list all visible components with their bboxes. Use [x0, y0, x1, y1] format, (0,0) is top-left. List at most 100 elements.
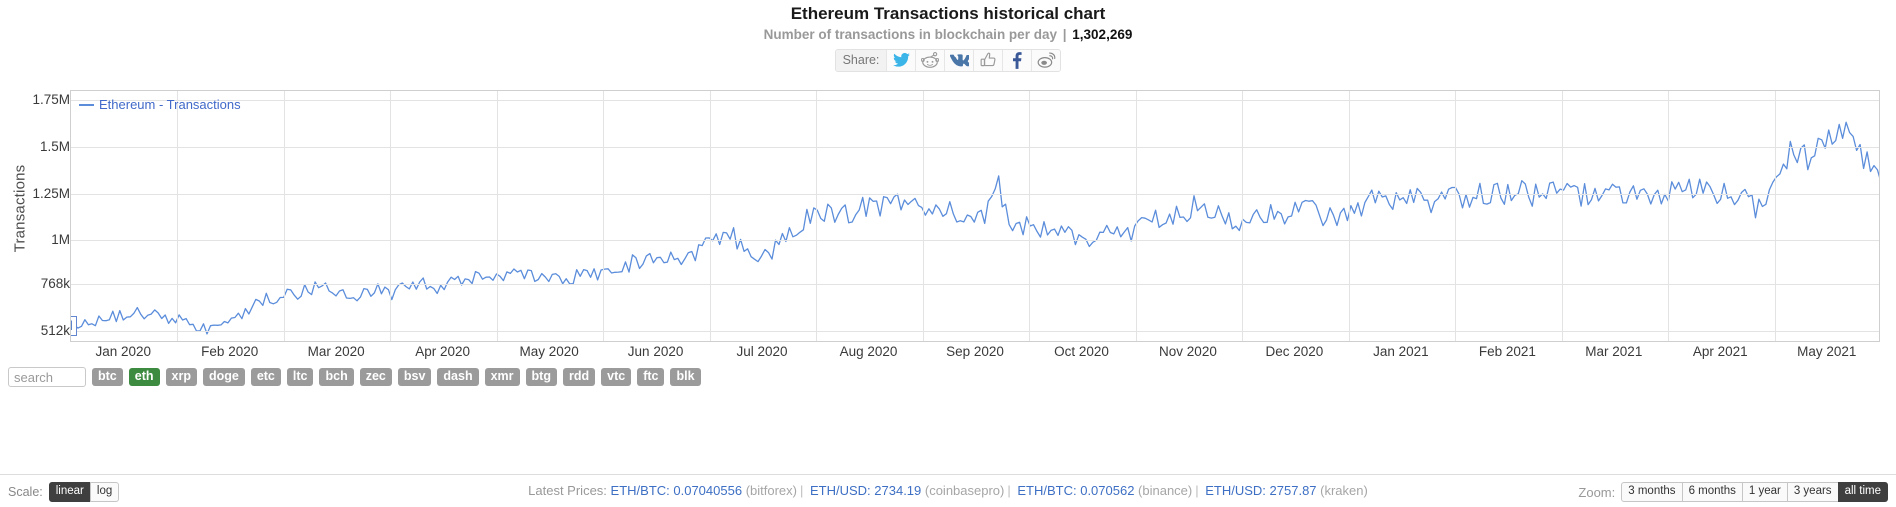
gridline-vertical — [1135, 91, 1137, 341]
page-title: Ethereum Transactions historical chart — [790, 4, 1106, 23]
coin-button-btg[interactable]: btg — [525, 368, 557, 386]
x-axis-tick: Apr 2021 — [1692, 344, 1748, 359]
gridline-vertical — [709, 91, 711, 341]
twitter-icon[interactable] — [886, 49, 916, 71]
coin-button-zec[interactable]: zec — [359, 368, 392, 386]
zoom-label: Zoom: — [1578, 484, 1616, 500]
gridline-vertical — [922, 91, 924, 341]
gridline-vertical — [603, 91, 605, 341]
price-separator: | — [1195, 483, 1199, 498]
vk-icon[interactable] — [944, 49, 974, 71]
chart-subtitle: Number of transactions in blockchain per… — [0, 26, 1896, 44]
x-axis-tick: Feb 2020 — [201, 344, 259, 359]
x-axis-tick: Nov 2020 — [1159, 344, 1217, 359]
coin-button-bch[interactable]: bch — [319, 368, 354, 386]
coin-button-blk[interactable]: blk — [670, 368, 701, 386]
coin-button-xmr[interactable]: xmr — [484, 368, 520, 386]
zoom-option-3-years[interactable]: 3 years — [1786, 482, 1839, 502]
x-axis-tick: Oct 2020 — [1054, 344, 1109, 359]
gridline-vertical — [390, 91, 392, 341]
chart-subtitle-text: Number of transactions in blockchain per… — [763, 27, 1057, 42]
y-axis-tick: 512k — [40, 323, 70, 339]
gridline-vertical — [1348, 91, 1350, 341]
x-axis-tick: Feb 2021 — [1478, 344, 1536, 359]
coin-button-vtc[interactable]: vtc — [601, 368, 632, 386]
x-axis-tick: May 2021 — [1797, 344, 1857, 359]
y-axis-tick: 1.75M — [32, 92, 70, 108]
plot-canvas[interactable]: Ethereum - Transactions ETH — [70, 90, 1880, 342]
zoom-option-6-months[interactable]: 6 months — [1681, 482, 1743, 502]
coin-button-ftc[interactable]: ftc — [637, 368, 665, 386]
gridline-horizontal — [71, 240, 1879, 242]
zoom-option-all-time[interactable]: all time — [1837, 482, 1888, 502]
x-axis-tick: Mar 2020 — [307, 344, 365, 359]
share-row: Share: — [0, 48, 1896, 72]
coin-button-rdd[interactable]: rdd — [562, 368, 596, 386]
price-exchange: (kraken) — [1316, 483, 1368, 498]
price-link[interactable]: ETH/USD: 2734.19 — [806, 483, 921, 498]
gridline-vertical — [1455, 91, 1457, 341]
gridline-vertical — [496, 91, 498, 341]
coin-button-btc[interactable]: btc — [92, 368, 123, 386]
x-axis-tick: Apr 2020 — [415, 344, 471, 359]
zoom-option-1-year[interactable]: 1 year — [1741, 482, 1788, 502]
x-axis-tick: Jan 2021 — [1373, 344, 1429, 359]
y-axis-tick: 768k — [40, 275, 70, 291]
coin-button-bsv[interactable]: bsv — [397, 368, 432, 386]
zoom-option-3-months[interactable]: 3 months — [1621, 482, 1683, 502]
bottom-bar: Scale: linear log Latest Prices: ETH/BTC:… — [0, 474, 1896, 507]
y-axis-tick: 1.25M — [32, 185, 70, 201]
x-axis-tick: Jan 2020 — [95, 344, 152, 359]
gridline-vertical — [1561, 91, 1563, 341]
gridline-vertical — [1774, 91, 1776, 341]
thumbs-up-icon[interactable] — [973, 49, 1003, 71]
y-axis-tick: 1M — [51, 232, 70, 248]
coin-button-doge[interactable]: doge — [202, 368, 245, 386]
price-exchange: (bitforex) — [742, 483, 797, 498]
zoom-control: Zoom: 3 months 6 months 1 year 3 years all t… — [1578, 482, 1888, 502]
gridline-vertical — [1668, 91, 1670, 341]
page-root: Ethereum Transactions historical chart N… — [0, 0, 1896, 507]
x-axis-tick: May 2020 — [519, 344, 579, 359]
chart-subtitle-separator: | — [1062, 27, 1067, 42]
price-exchange: (binance) — [1134, 483, 1193, 498]
legend-swatch — [79, 103, 94, 106]
price-link[interactable]: ETH/BTC: 0.070562 — [1014, 483, 1134, 498]
chart-legend: Ethereum - Transactions — [79, 97, 241, 112]
share-box: Share: — [834, 48, 1062, 72]
share-label: Share: — [835, 49, 887, 71]
price-separator: | — [1007, 483, 1011, 498]
gridline-vertical — [283, 91, 285, 341]
coin-button-eth[interactable]: eth — [128, 368, 160, 386]
gridline-vertical — [1029, 91, 1031, 341]
coin-toolbar: btcethxrpdogeetcltcbchzecbsvdashxmrbtgrd… — [8, 366, 701, 388]
gridline-horizontal — [71, 100, 1879, 102]
x-axis-tick: Mar 2021 — [1585, 344, 1643, 359]
coin-button-xrp[interactable]: xrp — [165, 368, 197, 386]
gridline-vertical — [177, 91, 179, 341]
gridline-vertical — [816, 91, 818, 341]
price-link[interactable]: ETH/USD: 2757.87 — [1202, 483, 1316, 498]
facebook-icon[interactable] — [1002, 49, 1032, 71]
latest-prices-label: Latest Prices: — [528, 483, 607, 498]
coin-button-ltc[interactable]: ltc — [286, 368, 314, 386]
search-input[interactable] — [8, 367, 86, 387]
weibo-icon[interactable] — [1031, 49, 1061, 71]
x-axis-tick: Dec 2020 — [1265, 344, 1324, 359]
coin-button-dash[interactable]: dash — [437, 368, 479, 386]
coin-button-etc[interactable]: etc — [250, 368, 281, 386]
x-axis-tick: Jun 2020 — [627, 344, 684, 359]
gridline-horizontal — [71, 147, 1879, 148]
price-link[interactable]: ETH/BTC: 0.07040556 — [611, 483, 743, 498]
eth-marker-badge[interactable]: ETH — [71, 316, 77, 337]
gridline-horizontal — [71, 283, 1879, 285]
x-axis-ticks: Jan 2020 Feb 2020 Mar 2020 Apr 2020 May 2020… — [70, 344, 1880, 364]
x-axis-tick: Jul 2020 — [736, 344, 788, 359]
x-axis-tick: Aug 2020 — [839, 344, 898, 359]
legend-label: Ethereum - Transactions — [99, 97, 241, 112]
gridline-vertical — [1242, 91, 1244, 341]
gridline-horizontal — [71, 331, 1879, 333]
reddit-icon[interactable] — [915, 49, 945, 71]
chart-area: Transactions 1.75M 1.5M 1.25M 1M 768k 512k Et… — [0, 82, 1896, 360]
y-axis-ticks: 1.75M 1.5M 1.25M 1M 768k 512k — [0, 82, 70, 360]
